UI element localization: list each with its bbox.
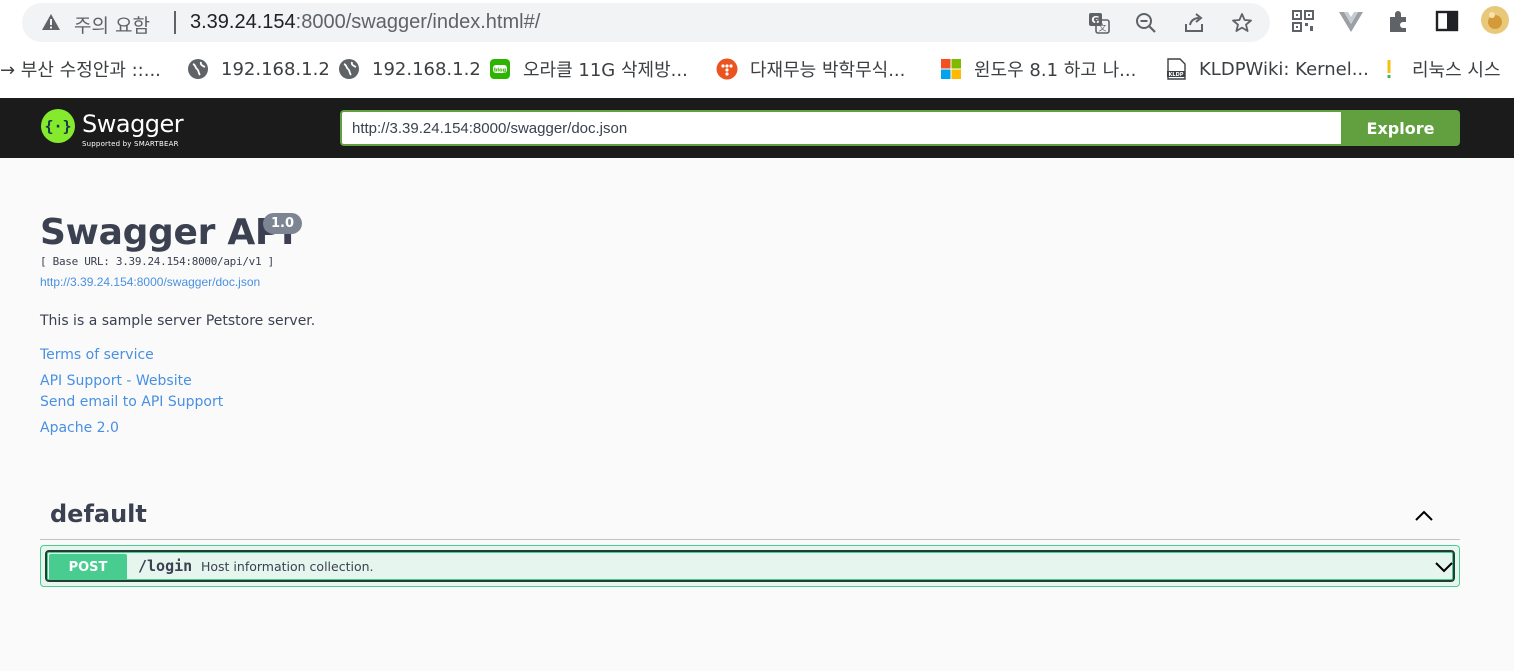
url-text[interactable]: 3.39.24.154:8000/swagger/index.html#/ — [190, 11, 540, 34]
bookmark-item[interactable]: KLDP KLDPWiki: Kernel... — [1165, 56, 1369, 82]
bookmark-label: 오라클 11G 삭제방... — [523, 60, 688, 81]
operation-summary-text: Host information collection. — [201, 559, 374, 574]
terms-of-service-link[interactable]: Terms of service — [40, 347, 154, 363]
license-link[interactable]: Apache 2.0 — [40, 420, 119, 436]
bookmark-item[interactable]: 리눅스 시스 — [1378, 56, 1501, 82]
bookmark-item[interactable]: 192.168.1.2 — [187, 56, 330, 82]
api-support-email-link[interactable]: Send email to API Support — [40, 394, 223, 410]
svg-text:KLDP: KLDP — [1169, 72, 1184, 78]
tag-name: default — [50, 500, 147, 528]
globe-icon — [188, 59, 208, 79]
bookmark-label: 다재무능 박학무식... — [750, 60, 906, 81]
bookmark-item[interactable]: 192.168.1.2 — [338, 56, 481, 82]
api-description: This is a sample server Petstore server. — [40, 313, 316, 329]
side-panel-icon[interactable] — [1434, 8, 1460, 34]
base-url: [ Base URL: 3.39.24.154:8000/api/v1 ] — [40, 255, 274, 268]
operation-block-post: POST /login Host information collection. — [40, 545, 1460, 587]
bookmark-label: KLDPWiki: Kernel... — [1199, 58, 1369, 80]
svg-text:{·}: {·} — [44, 118, 71, 136]
bookmark-label: 192.168.1.2 — [372, 58, 481, 80]
warning-icon[interactable] — [41, 13, 61, 31]
bookmark-item[interactable]: blog 오라클 11G 삭제방... — [489, 56, 688, 82]
bookmark-item[interactable]: → 부산 수정안과 ::... — [0, 56, 161, 82]
bookmark-label: 192.168.1.2 — [221, 58, 330, 80]
qr-code-icon[interactable] — [1290, 8, 1316, 34]
spec-json-link[interactable]: http://3.39.24.154:8000/swagger/doc.json — [40, 275, 260, 289]
method-badge: POST — [49, 554, 127, 580]
operation-summary[interactable]: POST /login Host information collection. — [45, 550, 1455, 582]
chevron-down-icon[interactable] — [1433, 556, 1455, 578]
explore-button[interactable]: Explore — [1341, 110, 1460, 146]
exclamation-icon — [1387, 60, 1391, 78]
address-bar[interactable]: 주의 요함 3.39.24.154:8000/swagger/index.htm… — [22, 3, 1270, 42]
spec-url-input[interactable] — [340, 110, 1341, 146]
bookmark-label: 윈도우 8.1 하고 나... — [974, 60, 1137, 81]
tag-section-header[interactable]: default — [40, 492, 1460, 540]
api-support-website-link[interactable]: API Support - Website — [40, 373, 192, 389]
browser-chrome: 주의 요함 3.39.24.154:8000/swagger/index.htm… — [0, 0, 1514, 98]
bookmarks-bar: → 부산 수정안과 ::... 192.168.1.2 192.168.1.2 … — [0, 50, 1514, 88]
extensions-icon[interactable] — [1386, 8, 1412, 34]
vue-devtools-icon[interactable] — [1338, 8, 1364, 34]
bookmark-item[interactable]: 윈도우 8.1 하고 나... — [940, 56, 1136, 82]
kldp-icon: KLDP — [1167, 58, 1186, 80]
version-badge: 1.0 — [263, 213, 303, 234]
svg-text:文: 文 — [1099, 23, 1107, 33]
blog-icon: blog — [490, 59, 510, 79]
api-title: Swagger API — [40, 212, 295, 253]
bookmark-label: 리눅스 시스 — [1412, 60, 1501, 81]
swagger-logo-icon[interactable]: {·} — [40, 108, 76, 144]
logo-text[interactable]: Swagger — [82, 110, 184, 138]
translate-icon[interactable]: G 文 — [1088, 12, 1110, 34]
security-label[interactable]: 주의 요함 — [74, 11, 150, 38]
bookmark-label: → 부산 수정안과 ::... — [0, 60, 161, 81]
tistory-icon — [716, 58, 738, 80]
omnibox-separator — [174, 11, 176, 34]
chevron-up-icon[interactable] — [1412, 504, 1436, 528]
logo-subtitle: Supported by SMARTBEAR — [82, 140, 179, 148]
star-icon[interactable] — [1231, 12, 1253, 34]
profile-avatar-icon[interactable] — [1480, 5, 1510, 35]
operation-path: /login — [138, 557, 193, 575]
url-host: 3.39.24.154 — [190, 11, 296, 33]
globe-icon — [339, 59, 359, 79]
swagger-topbar: {·} Swagger Supported by SMARTBEAR Explo… — [0, 98, 1514, 158]
url-path: :8000/swagger/index.html#/ — [295, 11, 541, 33]
svg-text:blog: blog — [494, 68, 507, 74]
zoom-icon[interactable] — [1135, 12, 1157, 34]
windows-icon — [941, 59, 961, 79]
share-icon[interactable] — [1183, 12, 1205, 34]
bookmark-item[interactable]: 다재무능 박학무식... — [716, 56, 905, 82]
